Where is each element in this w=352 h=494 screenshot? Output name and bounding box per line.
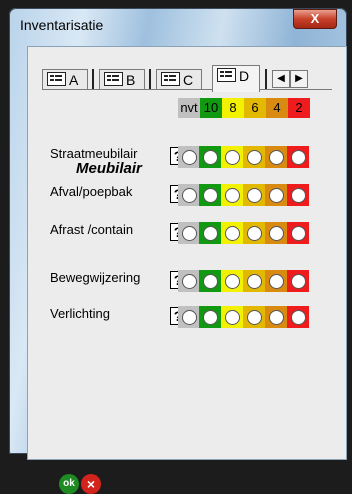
score-header-4: 4: [266, 98, 288, 118]
rating-cell-6[interactable]: [243, 222, 265, 244]
rating-cell-6[interactable]: [243, 184, 265, 206]
form-icon: [47, 72, 66, 86]
rating-cell-nvt[interactable]: [178, 306, 200, 328]
rating-cell-10[interactable]: [199, 306, 221, 328]
rating-cell-6[interactable]: [243, 270, 265, 292]
radio-button[interactable]: [225, 274, 240, 289]
radio-button[interactable]: [269, 150, 284, 165]
section-title: Meubilair: [76, 160, 142, 177]
tab-strip: A B C D ◀ ▶: [42, 65, 332, 92]
dialog-client: A B C D ◀ ▶ nvt 10 8 6 4 2 Meubilair Str…: [27, 46, 347, 494]
radio-button[interactable]: [291, 310, 306, 325]
radio-button[interactable]: [269, 226, 284, 241]
radio-button[interactable]: [269, 310, 284, 325]
tab-label: A: [69, 72, 79, 88]
rating-cell-nvt[interactable]: [178, 184, 200, 206]
rating-cell-4[interactable]: [265, 146, 287, 168]
rating-cell-nvt[interactable]: [178, 146, 200, 168]
radio-button[interactable]: [182, 274, 197, 289]
radio-button[interactable]: [291, 188, 306, 203]
tab-c[interactable]: C: [156, 69, 202, 90]
radio-button[interactable]: [269, 188, 284, 203]
radio-button[interactable]: [225, 226, 240, 241]
score-header-2: 2: [288, 98, 310, 118]
rating-cell-8[interactable]: [221, 270, 243, 292]
tab-divider: [92, 69, 94, 89]
rating-cell-8[interactable]: [221, 184, 243, 206]
chevron-right-icon: ▶: [295, 73, 303, 84]
radio-button[interactable]: [291, 274, 306, 289]
rating-cell-2[interactable]: [287, 146, 309, 168]
radio-button[interactable]: [247, 188, 262, 203]
tab-panel-d: nvt108642 Meubilair Straatmeubilair?Afva…: [42, 89, 332, 370]
form-icon: [217, 68, 236, 82]
radio-button[interactable]: [203, 150, 218, 165]
row-label: Bewegwijzering: [50, 270, 141, 285]
row-label: Afrast /contain: [50, 222, 134, 237]
rating-cell-8[interactable]: [221, 222, 243, 244]
score-header-8: 8: [222, 98, 244, 118]
score-header-6: 6: [244, 98, 266, 118]
radio-button[interactable]: [182, 226, 197, 241]
rating-cell-nvt[interactable]: [178, 270, 200, 292]
radio-button[interactable]: [291, 226, 306, 241]
ok-button[interactable]: ok: [59, 474, 79, 494]
rating-cell-4[interactable]: [265, 222, 287, 244]
form-icon: [104, 72, 123, 86]
rating-cell-2[interactable]: [287, 184, 309, 206]
tab-label: D: [239, 68, 250, 84]
row-label: Straatmeubilair: [50, 146, 138, 161]
tab-label: B: [126, 72, 136, 88]
tab-divider: [265, 69, 267, 89]
radio-button[interactable]: [247, 150, 262, 165]
radio-button[interactable]: [182, 310, 197, 325]
rating-cell-2[interactable]: [287, 270, 309, 292]
radio-button[interactable]: [225, 188, 240, 203]
radio-button[interactable]: [203, 310, 218, 325]
radio-button[interactable]: [182, 188, 197, 203]
tab-a[interactable]: A: [42, 69, 88, 90]
radio-button[interactable]: [182, 150, 197, 165]
rating-cell-2[interactable]: [287, 222, 309, 244]
cancel-button[interactable]: ×: [81, 474, 101, 494]
rating-cell-4[interactable]: [265, 306, 287, 328]
row-label: Verlichting: [50, 306, 110, 321]
tab-label: C: [183, 72, 194, 88]
radio-button[interactable]: [203, 226, 218, 241]
radio-button[interactable]: [225, 310, 240, 325]
rating-cell-6[interactable]: [243, 146, 265, 168]
tab-scroll-right-button[interactable]: ▶: [290, 70, 308, 88]
rating-cell-2[interactable]: [287, 306, 309, 328]
radio-button[interactable]: [203, 274, 218, 289]
radio-button[interactable]: [291, 150, 306, 165]
window-title: Inventarisatie: [20, 17, 104, 33]
radio-button[interactable]: [203, 188, 218, 203]
rating-cell-8[interactable]: [221, 146, 243, 168]
rating-cell-10[interactable]: [199, 270, 221, 292]
rating-cell-4[interactable]: [265, 184, 287, 206]
rating-cell-4[interactable]: [265, 270, 287, 292]
rating-cell-6[interactable]: [243, 306, 265, 328]
tab-scroll-left-button[interactable]: ◀: [272, 70, 290, 88]
tab-d[interactable]: D: [212, 65, 260, 92]
rating-cell-10[interactable]: [199, 184, 221, 206]
close-button[interactable]: X: [293, 9, 337, 29]
window-frame: Inventarisatie X A B C D ◀ ▶ nvt 10 8 6 …: [9, 8, 347, 494]
rating-cell-10[interactable]: [199, 222, 221, 244]
score-header-10: 10: [200, 98, 222, 118]
radio-button[interactable]: [269, 274, 284, 289]
rating-cell-nvt[interactable]: [178, 222, 200, 244]
form-icon: [161, 72, 180, 86]
score-header-nvt: nvt: [178, 98, 200, 118]
rating-cell-8[interactable]: [221, 306, 243, 328]
tab-b[interactable]: B: [99, 69, 145, 90]
radio-button[interactable]: [247, 274, 262, 289]
radio-button[interactable]: [225, 150, 240, 165]
radio-button[interactable]: [247, 226, 262, 241]
rating-cell-10[interactable]: [199, 146, 221, 168]
tab-divider: [149, 69, 151, 89]
row-label: Afval/poepbak: [50, 184, 133, 199]
chevron-left-icon: ◀: [277, 73, 285, 84]
radio-button[interactable]: [247, 310, 262, 325]
